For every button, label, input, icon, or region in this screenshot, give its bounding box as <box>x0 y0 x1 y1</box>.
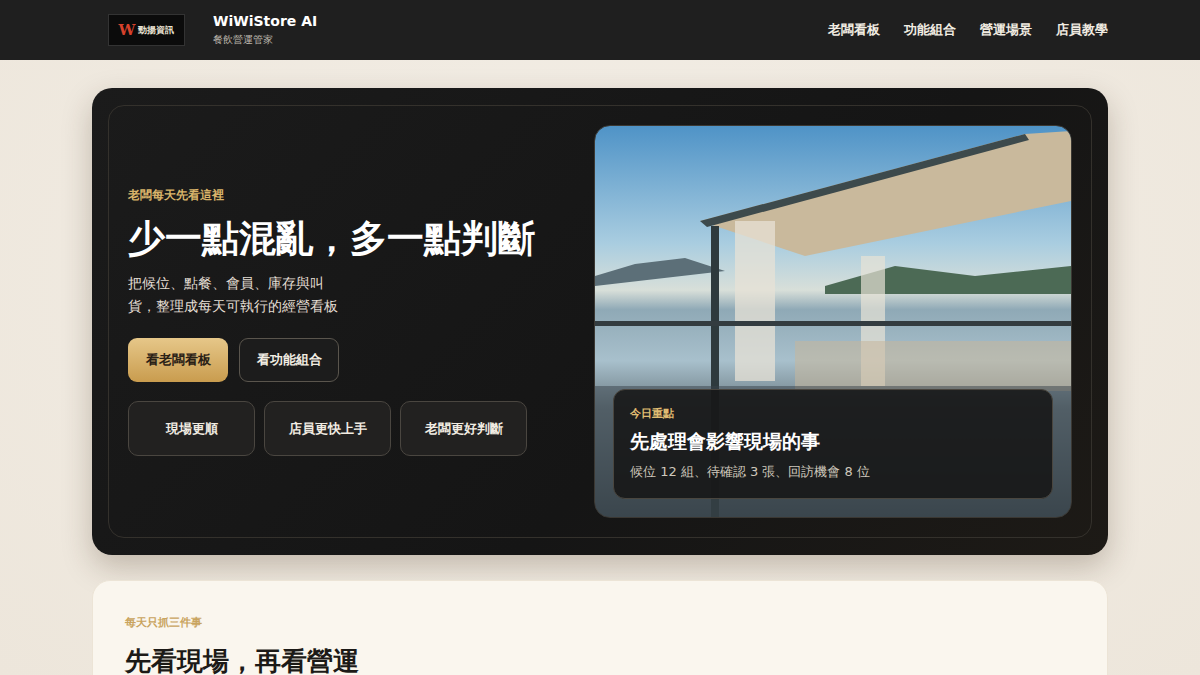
benefit-chip: 店員更快上手 <box>264 401 391 456</box>
section-eyebrow: 每天只抓三件事 <box>125 615 1075 630</box>
logo-text: 勁揚資訊 <box>138 24 174 37</box>
button-row: 看老闆看板看功能組合 <box>128 338 554 382</box>
hero-content: 老闆每天先看這裡少一點混亂，多一點判斷把候位、點餐、會員、庫存與叫貨，整理成每天… <box>128 125 554 518</box>
highlight-label: 今日重點 <box>630 406 1036 421</box>
logo-mark: W <box>119 21 136 39</box>
nav-item[interactable]: 店員教學 <box>1056 21 1108 39</box>
brand-name: WiWiStore AI <box>213 13 317 29</box>
hero-description: 把候位、點餐、會員、庫存與叫貨，整理成每天可執行的經營看板 <box>128 272 350 318</box>
highlight-detail: 候位 12 組、待確認 3 張、回訪機會 8 位 <box>630 463 1036 481</box>
brand[interactable]: WiWiStore AI 餐飲營運管家 <box>213 13 317 47</box>
hero-inner: 老闆每天先看這裡少一點混亂，多一點判斷把候位、點餐、會員、庫存與叫貨，整理成每天… <box>108 105 1092 538</box>
nav-item[interactable]: 老闆看板 <box>828 21 880 39</box>
section-card: 每天只抓三件事先看現場，再看營運 <box>92 580 1108 675</box>
nav-menu: 老闆看板 功能組合 營運場景 店員教學 <box>828 21 1108 39</box>
secondary-button[interactable]: 看功能組合 <box>239 338 339 382</box>
nav-item[interactable]: 功能組合 <box>904 21 956 39</box>
highlight-card: 今日重點先處理會影響現場的事候位 12 組、待確認 3 張、回訪機會 8 位 <box>613 389 1053 499</box>
benefit-chip: 老闆更好判斷 <box>400 401 527 456</box>
restaurant-photo: 今日重點先處理會影響現場的事候位 12 組、待確認 3 張、回訪機會 8 位 <box>594 125 1072 518</box>
benefit-chip: 現場更順 <box>128 401 255 456</box>
hero-title: 少一點混亂，多一點判斷 <box>128 216 554 260</box>
nav-item[interactable]: 營運場景 <box>980 21 1032 39</box>
primary-button[interactable]: 看老闆看板 <box>128 338 228 382</box>
brand-subtitle: 餐飲營運管家 <box>213 33 317 47</box>
logo[interactable]: W勁揚資訊 <box>108 14 185 46</box>
benefit-row: 現場更順店員更快上手老闆更好判斷 <box>128 401 554 456</box>
hero-card: 老闆每天先看這裡少一點混亂，多一點判斷把候位、點餐、會員、庫存與叫貨，整理成每天… <box>92 88 1108 555</box>
section-title: 先看現場，再看營運 <box>125 644 1075 675</box>
hero-eyebrow: 老闆每天先看這裡 <box>128 187 554 204</box>
top-bar: W勁揚資訊 WiWiStore AI 餐飲營運管家 老闆看板 功能組合 營運場景 店員教學 <box>0 0 1200 60</box>
highlight-title: 先處理會影響現場的事 <box>630 429 1036 455</box>
